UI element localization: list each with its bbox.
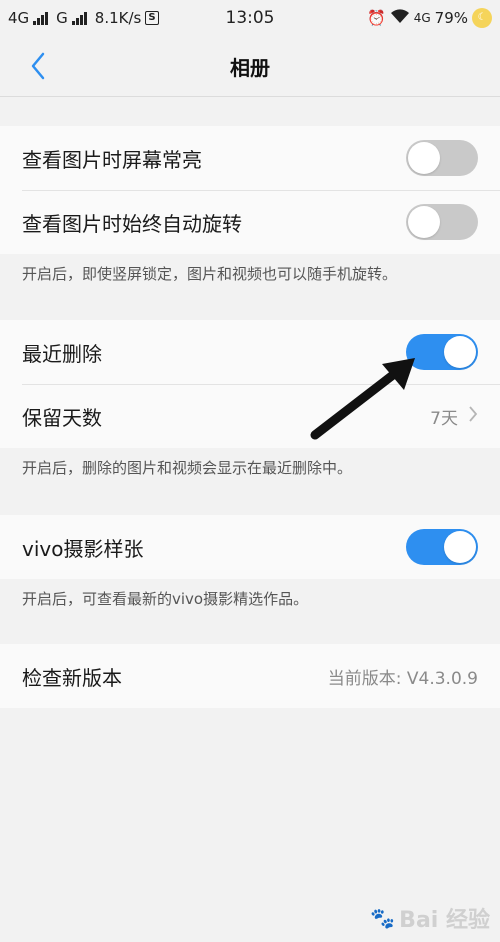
row-label: vivo摄影样张 bbox=[22, 536, 144, 561]
watermark-text: Bai 经验 bbox=[399, 908, 490, 933]
row-auto-rotate: 查看图片时始终自动旋转 bbox=[0, 190, 500, 254]
row-recently-deleted: 最近删除 bbox=[0, 320, 500, 384]
back-button[interactable] bbox=[18, 46, 58, 86]
current-version-value: 当前版本: V4.3.0.9 bbox=[327, 668, 478, 689]
chevron-left-icon bbox=[31, 52, 45, 80]
row-screen-on: 查看图片时屏幕常亮 bbox=[0, 126, 500, 190]
section-recently-deleted: 最近删除 保留天数 7天 开启后，删除的图片和视频会显示在最近删除中。 bbox=[0, 320, 500, 478]
signal-icon bbox=[33, 11, 49, 25]
network-type-2: G bbox=[56, 9, 68, 27]
toggle-knob bbox=[408, 142, 440, 174]
recently-deleted-toggle[interactable] bbox=[406, 334, 478, 370]
toggle-knob bbox=[408, 206, 440, 238]
baidu-watermark: 🐾 Bai 经验 bbox=[370, 902, 490, 934]
row-vivo-samples: vivo摄影样张 bbox=[0, 515, 500, 579]
toggle-knob bbox=[444, 531, 476, 563]
nav-bar: 相册 bbox=[0, 36, 500, 97]
row-label: 最近删除 bbox=[22, 341, 102, 366]
retention-days-value: 7天 bbox=[430, 408, 458, 429]
row-label: 查看图片时屏幕常亮 bbox=[22, 147, 202, 172]
row-check-update[interactable]: 检查新版本 当前版本: V4.3.0.9 bbox=[0, 644, 500, 708]
vivo-samples-hint: 开启后，可查看最新的vivo摄影精选作品。 bbox=[22, 590, 309, 608]
status-left: 4G G 8.1K/s S bbox=[8, 9, 159, 27]
toggle-knob bbox=[444, 336, 476, 368]
signal-icon-2 bbox=[71, 11, 87, 25]
s-app-icon: S bbox=[145, 11, 159, 25]
rotate-hint: 开启后，即使竖屏锁定，图片和视频也可以随手机旋转。 bbox=[22, 265, 398, 283]
vivo-samples-toggle[interactable] bbox=[406, 529, 478, 565]
section-vivo-samples: vivo摄影样张 开启后，可查看最新的vivo摄影精选作品。 bbox=[0, 515, 500, 609]
section-version: 检查新版本 当前版本: V4.3.0.9 bbox=[0, 644, 500, 708]
network-type-1: 4G bbox=[8, 9, 30, 27]
status-right: ⏰ 4G 79% ☾ bbox=[367, 8, 492, 28]
battery-text: 79% bbox=[434, 9, 468, 27]
alarm-icon: ⏰ bbox=[367, 9, 386, 27]
chevron-right-icon bbox=[468, 404, 478, 428]
retention-value-group: 7天 bbox=[430, 404, 478, 429]
network-speed: 8.1K/s bbox=[94, 9, 142, 27]
paw-icon: 🐾 bbox=[370, 906, 396, 930]
page-title: 相册 bbox=[230, 55, 270, 80]
battery-moon-icon: ☾ bbox=[472, 8, 492, 28]
screen-on-toggle[interactable] bbox=[406, 140, 478, 176]
status-bar: 4G G 8.1K/s S 13:05 ⏰ 4G 79% ☾ bbox=[0, 0, 500, 36]
auto-rotate-toggle[interactable] bbox=[406, 204, 478, 240]
section-display: 查看图片时屏幕常亮 查看图片时始终自动旋转 开启后，即使竖屏锁定，图片和视频也可… bbox=[0, 126, 500, 284]
row-label: 检查新版本 bbox=[22, 665, 122, 690]
row-retention-days[interactable]: 保留天数 7天 bbox=[0, 384, 500, 448]
recently-deleted-hint: 开启后，删除的图片和视频会显示在最近删除中。 bbox=[22, 459, 353, 477]
row-label: 保留天数 bbox=[22, 405, 102, 430]
network-type-3: 4G bbox=[413, 11, 431, 25]
row-label: 查看图片时始终自动旋转 bbox=[22, 211, 242, 236]
wifi-icon bbox=[390, 8, 410, 28]
